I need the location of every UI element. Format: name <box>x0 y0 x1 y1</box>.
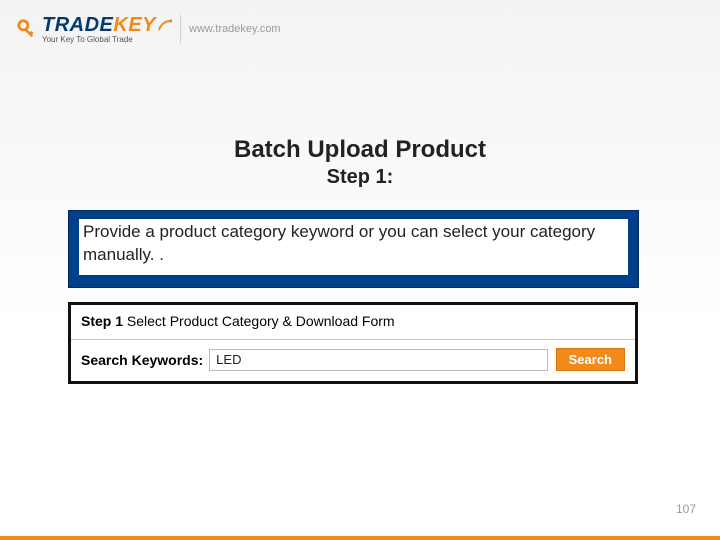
instruction-callout: Provide a product category keyword or yo… <box>68 210 639 288</box>
instruction-text: Provide a product category keyword or yo… <box>79 219 628 275</box>
slide: TRADEKEY Your Key To Global Trade www.tr… <box>0 0 720 540</box>
brand-header: TRADEKEY Your Key To Global Trade www.tr… <box>16 14 281 44</box>
search-row: Search Keywords: Search <box>71 340 635 381</box>
page-number: 107 <box>676 502 696 516</box>
brand-word-trade: TRADE <box>42 14 113 37</box>
brand-url: www.tradekey.com <box>189 23 281 35</box>
key-icon <box>16 18 38 40</box>
vertical-divider <box>180 15 181 43</box>
arc-icon <box>158 14 172 37</box>
search-keywords-input[interactable] <box>209 349 547 371</box>
slide-title: Batch Upload Product Step 1: <box>0 136 720 189</box>
brand-word-key: KEY <box>113 14 156 37</box>
bottom-stripe <box>0 536 720 540</box>
brand-wordmark: TRADEKEY Your Key To Global Trade <box>42 14 172 44</box>
title-step: Step 1: <box>0 166 720 189</box>
step-label: Step 1 <box>81 313 123 329</box>
search-button[interactable]: Search <box>556 348 625 371</box>
step-description: Select Product Category & Download Form <box>127 313 395 329</box>
step-panel-header: Step 1 Select Product Category & Downloa… <box>71 305 635 339</box>
title-main: Batch Upload Product <box>0 136 720 164</box>
search-keywords-label: Search Keywords: <box>81 352 203 368</box>
step-panel: Step 1 Select Product Category & Downloa… <box>68 302 638 384</box>
